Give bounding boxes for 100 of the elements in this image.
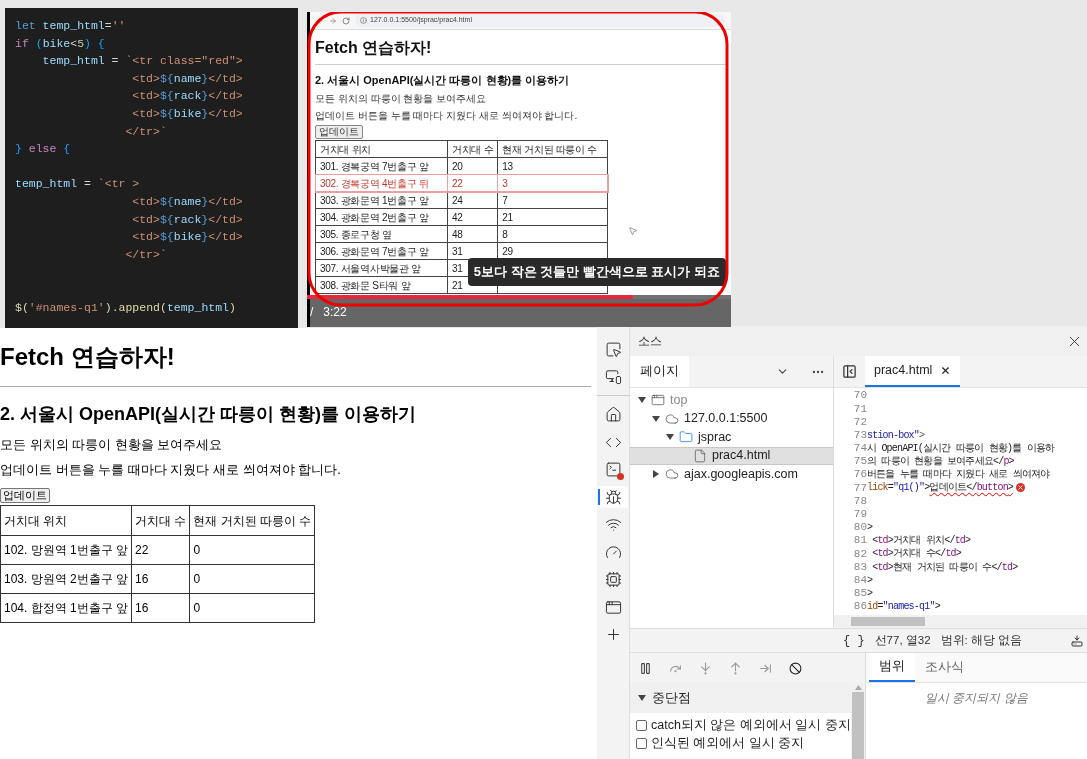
table-cell: 304. 광화문역 2번출구 앞 [320,211,429,223]
tree-item[interactable]: top [630,391,833,410]
table-cell: 104. 합정역 1번출구 앞 [0,593,132,623]
device-icon [604,368,622,385]
code-line: 버튼을 누를 때마다 지웠다 새로 씌여져야 [867,468,1050,482]
line-number: 74 [852,441,867,456]
table-cell: 0 [189,564,315,594]
tree-item[interactable]: jsprac [630,428,833,447]
folder-icon [679,430,693,445]
line-number: 77 [852,480,867,496]
code-line: <td>${name}</td> [131,70,243,87]
table-header: 거치대 수 [447,140,498,158]
cloud-icon [665,411,679,426]
home-icon [604,406,622,423]
tree-item[interactable]: prac4.html [630,446,833,465]
code-line: temp_html = `<tr class="red"> [41,53,243,70]
table-cell: 48 [452,228,463,240]
bug-icon [604,488,622,506]
code-line: <td>${rack}</td> [131,211,243,228]
step-icon[interactable] [759,661,772,675]
subtitle: 5보다 작은 것들만 빨간색으로 표시가 되죠 [467,258,726,286]
code-line: <td>현재 거치된 따릉이 수</td> [871,560,1018,575]
cursor-icon [628,226,638,236]
collapse-icon[interactable] [652,414,660,423]
line-number: 76 [852,467,867,482]
reload-icon[interactable] [342,16,350,25]
sidebar-toggle-icon[interactable] [842,364,857,379]
table-header: 거치대 위치 [0,505,132,536]
horizontal-scrollbar[interactable] [834,615,1087,628]
line-number: 82 [852,546,867,562]
table-cell: 16 [131,593,190,623]
side-tab[interactable]: 범위 [869,653,915,682]
time-separator: / [310,304,314,321]
side-tab[interactable]: 조사식 [915,653,974,682]
collapse-icon[interactable] [638,396,646,405]
pretty-print-button[interactable]: { } [843,631,865,650]
window-icon [604,598,622,616]
paragraph: 업데이트 버튼을 누를 때마다 지웠다 새로 씌여져야 합니다. [0,461,341,478]
collapse-icon[interactable] [666,433,674,442]
table-cell: 24 [452,194,463,206]
cursor-position: 선77, 열32 [874,632,931,648]
tree-item[interactable]: ajax.googleapis.com [630,465,833,484]
checkbox[interactable] [636,737,647,749]
line-number: 83 [852,559,867,575]
deactivate-breakpoints-icon[interactable] [789,661,802,675]
table-cell: 20 [452,160,463,172]
code-line: temp_html = `<tr > [15,176,140,193]
page-heading: Fetch 연습하자! [315,38,432,58]
paragraph: 모든 위치의 따릉이 현황을 보여주세요 [315,92,487,105]
code-line: <td>${rack}</td> [131,88,243,105]
collapse-icon[interactable] [638,694,646,702]
page-heading: Fetch 연습하자! [0,342,175,372]
table-cell: 21 [452,279,463,291]
page-subheading: 2. 서울시 OpenAPI(실시간 따릉이 현황)를 이용하기 [315,73,570,88]
code-line: lick="q1()">업데이트</button> [867,481,1014,496]
step-into-icon[interactable] [699,661,712,675]
table-cell: 22 [452,177,463,189]
code-line: > [867,573,873,588]
gauge-icon [604,543,622,561]
activity-tab[interactable] [598,486,628,508]
navigator-tab[interactable]: 페이지 [630,356,689,387]
paragraph: 업데이트 버튼을 누를 때마다 지웠다 새로 씌여져야 합니다. [315,109,578,122]
table-cell: 302. 경복궁역 4번출구 뒤 [320,177,429,189]
table-cell: 102. 망원역 1번출구 앞 [0,535,132,565]
inspect-icon [604,340,622,358]
panel-title: 소스 [638,333,662,350]
close-icon[interactable] [940,365,952,376]
editor-tab[interactable]: prac4.html [865,356,961,387]
update-button[interactable]: 업데이트 [0,488,50,503]
line-number: 70 [852,388,867,404]
table-cell: 42 [452,211,463,223]
table-header: 현재 거치된 따릉이 수 [189,505,315,536]
frame-icon [651,393,665,408]
update-button[interactable]: 업데이트 [315,125,363,139]
table-cell: 13 [502,160,513,172]
table-cell: 0 [189,535,315,565]
checkbox[interactable] [636,719,647,731]
pause-icon[interactable] [639,661,652,675]
code-line: </tr>` [124,246,167,263]
scope-status: 범위: 해당 없음 [940,632,1023,648]
section-header[interactable]: 중단점 [630,683,851,713]
code-line: <td>거치대 수</td> [871,547,962,562]
table-header: 현재 거치된 따릉이 수 [497,140,608,158]
step-out-icon[interactable] [729,661,742,675]
checkbox-label: 인식된 예외에서 일시 중지 [651,735,805,751]
code-line: 시 OpenAPI(실시간 따릉이 현황)를 이용하 [867,441,1055,456]
expand-icon[interactable] [652,470,660,479]
tree-item[interactable]: 127.0.0.1:5500 [630,409,833,428]
line-number: 81 [852,533,867,549]
vertical-scrollbar[interactable] [851,683,865,759]
code-line: <td>거치대 위치</td> [871,534,971,548]
code-line: </tr>` [124,123,167,140]
coverage-icon[interactable] [1071,634,1083,647]
line-number: 73 [852,427,867,443]
cloud-icon [665,467,679,482]
line-number: 85 [852,586,867,601]
file-icon [693,448,707,463]
status-message: 일시 중지되지 않음 [925,690,1028,707]
table-cell: 306. 광화문역 7번출구 앞 [320,245,429,257]
chip-icon [604,571,622,588]
